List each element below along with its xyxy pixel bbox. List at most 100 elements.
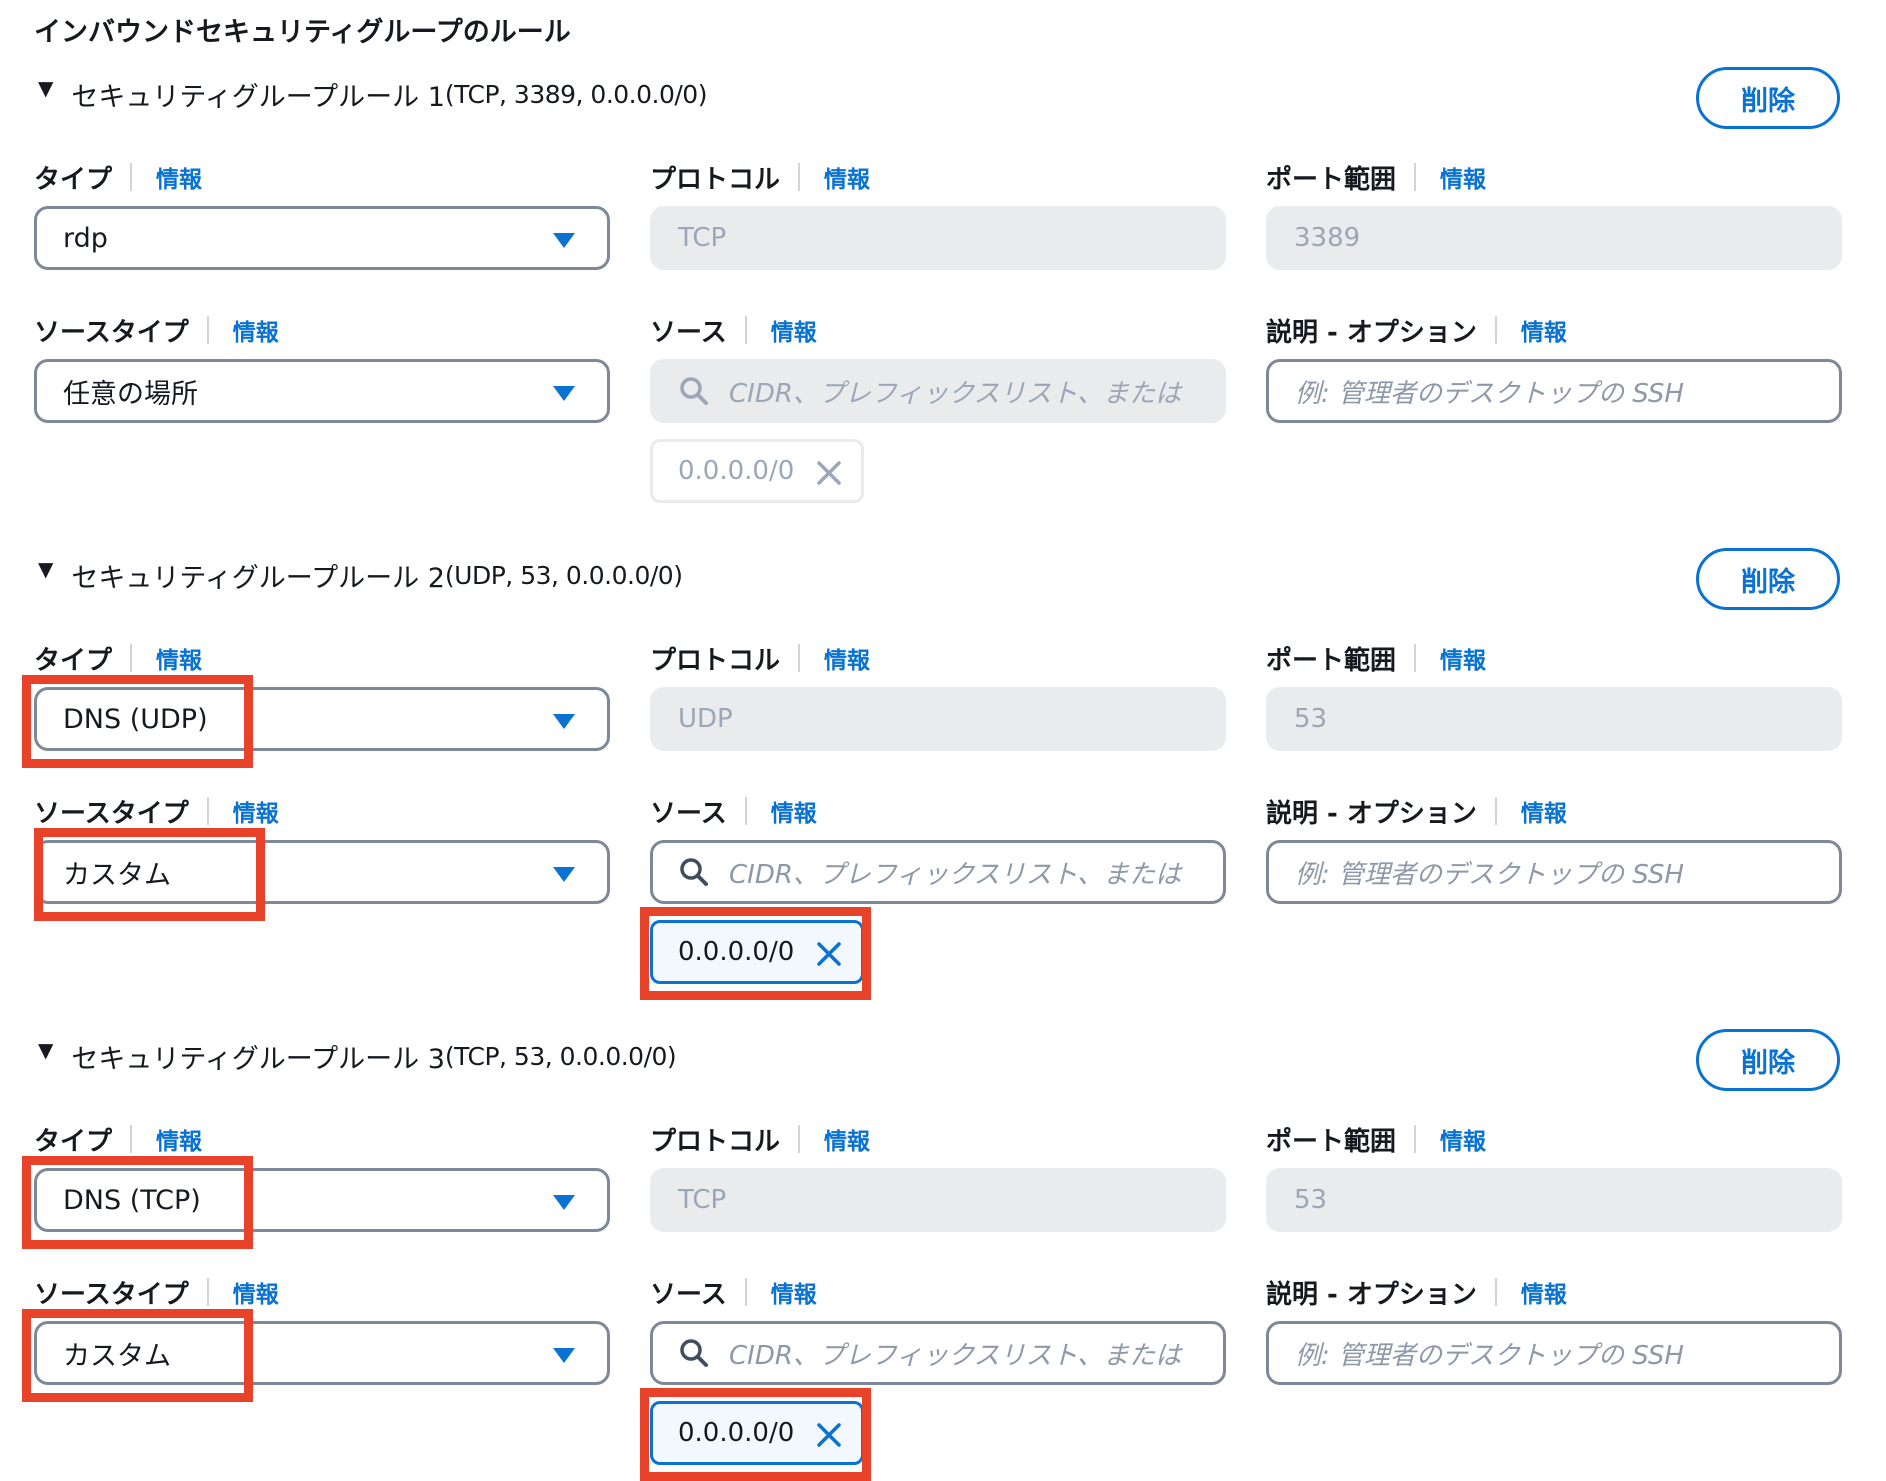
rule-title: セキュリティグループルール 3 xyxy=(71,1043,445,1075)
label-divider xyxy=(1494,797,1497,825)
rule-summary: (UDP, 53, 0.0.0.0/0) xyxy=(444,560,683,590)
label-port_range-text: ポート範囲 xyxy=(1266,164,1397,195)
label-divider xyxy=(206,797,209,825)
port-range-value: 53 xyxy=(1294,1185,1328,1215)
label-divider xyxy=(1414,163,1417,191)
type-select-rule-2[interactable]: DNS (UDP) xyxy=(34,687,610,751)
protocol-field-rule-3: TCP xyxy=(650,1168,1226,1232)
info-link[interactable]: 情報 xyxy=(1521,1275,1567,1309)
label-divider xyxy=(744,1278,747,1306)
protocol-field-rule-2: UDP xyxy=(650,687,1226,751)
search-icon xyxy=(680,1339,708,1367)
dropdown-arrow-icon xyxy=(553,1195,575,1210)
info-link[interactable]: 情報 xyxy=(233,313,279,347)
info-link[interactable]: 情報 xyxy=(1521,313,1567,347)
label-divider xyxy=(206,316,209,344)
source-search-input-rule-1: CIDR、プレフィックスリスト、または xyxy=(650,359,1226,423)
info-link[interactable]: 情報 xyxy=(1440,1122,1486,1156)
label-description-rule-3: 説明 - オプション 情報 xyxy=(1266,1272,1567,1312)
info-link[interactable]: 情報 xyxy=(156,1122,202,1156)
delete-button-rule-1[interactable]: 削除 xyxy=(1696,67,1840,129)
info-link[interactable]: 情報 xyxy=(824,160,870,194)
source-type-select-rule-2[interactable]: カスタム xyxy=(34,840,610,904)
protocol-value: UDP xyxy=(678,704,733,734)
source-token-rule-3: 0.0.0.0/0 xyxy=(650,1401,864,1465)
caret-down-icon[interactable]: ▼ xyxy=(38,557,53,581)
info-link[interactable]: 情報 xyxy=(1440,160,1486,194)
label-type-rule-2: タイプ 情報 xyxy=(34,638,202,678)
label-source_type-text: ソースタイプ xyxy=(34,317,189,348)
label-protocol-text: プロトコル xyxy=(650,164,781,195)
source-type-value: カスタム xyxy=(63,1340,171,1372)
label-divider xyxy=(130,644,133,672)
label-source-rule-2: ソース 情報 xyxy=(650,791,817,831)
label-description-text: 説明 - オプション xyxy=(1266,798,1477,829)
type-select-rule-3[interactable]: DNS (TCP) xyxy=(34,1168,610,1232)
label-port_range-text: ポート範囲 xyxy=(1266,645,1397,676)
label-divider xyxy=(798,1125,801,1153)
label-source-text: ソース xyxy=(650,798,727,829)
info-link[interactable]: 情報 xyxy=(1440,641,1486,675)
info-link[interactable]: 情報 xyxy=(824,1122,870,1156)
info-link[interactable]: 情報 xyxy=(156,641,202,675)
source-token-value: 0.0.0.0/0 xyxy=(678,1418,795,1448)
source-search-input-rule-3[interactable]: CIDR、プレフィックスリスト、または xyxy=(650,1321,1226,1385)
label-source_type-rule-1: ソースタイプ 情報 xyxy=(34,310,279,350)
info-link[interactable]: 情報 xyxy=(156,160,202,194)
close-icon[interactable] xyxy=(815,1421,843,1449)
source-search-input-rule-2[interactable]: CIDR、プレフィックスリスト、または xyxy=(650,840,1226,904)
label-description-text: 説明 - オプション xyxy=(1266,1279,1477,1310)
type-select-rule-1[interactable]: rdp xyxy=(34,206,610,270)
info-link[interactable]: 情報 xyxy=(824,641,870,675)
info-link[interactable]: 情報 xyxy=(771,313,817,347)
delete-button-rule-3[interactable]: 削除 xyxy=(1696,1029,1840,1091)
inbound-rules-panel: インバウンドセキュリティグループのルール ▼ セキュリティグループルール 1 (T… xyxy=(0,0,1886,1481)
source-type-select-rule-1[interactable]: 任意の場所 xyxy=(34,359,610,423)
rule-header-2[interactable]: ▼ セキュリティグループルール 2 (UDP, 53, 0.0.0.0/0) xyxy=(38,553,683,597)
port-range-value: 53 xyxy=(1294,704,1328,734)
label-type-rule-1: タイプ 情報 xyxy=(34,157,202,197)
rule-summary: (TCP, 3389, 0.0.0.0/0) xyxy=(444,79,708,109)
caret-down-icon[interactable]: ▼ xyxy=(38,1038,53,1062)
label-divider xyxy=(1414,644,1417,672)
caret-down-icon[interactable]: ▼ xyxy=(38,76,53,100)
label-port_range-rule-3: ポート範囲 情報 xyxy=(1266,1119,1486,1159)
label-type-text: タイプ xyxy=(34,645,113,676)
description-input-rule-1[interactable]: 例: 管理者のデスクトップの SSH xyxy=(1266,359,1842,423)
close-icon[interactable] xyxy=(815,940,843,968)
delete-button-rule-2[interactable]: 削除 xyxy=(1696,548,1840,610)
description-input-rule-3[interactable]: 例: 管理者のデスクトップの SSH xyxy=(1266,1321,1842,1385)
label-source-text: ソース xyxy=(650,317,727,348)
description-placeholder: 例: 管理者のデスクトップの SSH xyxy=(1295,1340,1684,1371)
label-protocol-rule-1: プロトコル 情報 xyxy=(650,157,870,197)
label-source-rule-3: ソース 情報 xyxy=(650,1272,817,1312)
source-type-select-rule-3[interactable]: カスタム xyxy=(34,1321,610,1385)
label-source_type-rule-2: ソースタイプ 情報 xyxy=(34,791,279,831)
type-value: rdp xyxy=(63,222,108,254)
rule-header-3[interactable]: ▼ セキュリティグループルール 3 (TCP, 53, 0.0.0.0/0) xyxy=(38,1034,677,1078)
description-placeholder: 例: 管理者のデスクトップの SSH xyxy=(1295,378,1684,409)
label-type-text: タイプ xyxy=(34,164,113,195)
description-input-rule-2[interactable]: 例: 管理者のデスクトップの SSH xyxy=(1266,840,1842,904)
protocol-value: TCP xyxy=(678,223,727,253)
rule-title: セキュリティグループルール 2 xyxy=(71,562,445,594)
source-token-rule-1: 0.0.0.0/0 xyxy=(650,439,864,503)
label-type-text: タイプ xyxy=(34,1126,113,1157)
info-link[interactable]: 情報 xyxy=(233,1275,279,1309)
label-source_type-text: ソースタイプ xyxy=(34,1279,189,1310)
rule-header-1[interactable]: ▼ セキュリティグループルール 1 (TCP, 3389, 0.0.0.0/0) xyxy=(38,72,707,116)
label-divider xyxy=(744,316,747,344)
label-source-text: ソース xyxy=(650,1279,727,1310)
info-link[interactable]: 情報 xyxy=(233,794,279,828)
label-protocol-rule-2: プロトコル 情報 xyxy=(650,638,870,678)
dropdown-arrow-icon xyxy=(553,867,575,882)
info-link[interactable]: 情報 xyxy=(771,1275,817,1309)
label-divider xyxy=(206,1278,209,1306)
info-link[interactable]: 情報 xyxy=(1521,794,1567,828)
info-link[interactable]: 情報 xyxy=(771,794,817,828)
port-range-field-rule-1: 3389 xyxy=(1266,206,1842,270)
section-title: インバウンドセキュリティグループのルール xyxy=(34,17,571,48)
dropdown-arrow-icon xyxy=(553,1348,575,1363)
label-port_range-text: ポート範囲 xyxy=(1266,1126,1397,1157)
label-source_type-rule-3: ソースタイプ 情報 xyxy=(34,1272,279,1312)
